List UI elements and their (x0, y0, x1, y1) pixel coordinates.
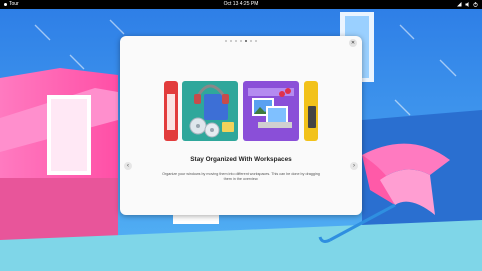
clock[interactable]: Oct 13 4:25 PM (224, 1, 259, 7)
workspaces-illustration (164, 81, 318, 141)
activities-button[interactable]: Tour (4, 0, 19, 9)
power-icon (473, 2, 478, 7)
network-icon (457, 2, 462, 7)
tour-dialog: ✕ ‹ › Stay Organized With Workspaces Org… (120, 36, 362, 215)
top-bar: Tour Oct 13 4:25 PM (0, 0, 482, 9)
page-description: Organize your windows by moving them int… (162, 172, 320, 181)
volume-icon (465, 2, 469, 7)
previous-page-button[interactable]: ‹ (124, 162, 132, 170)
activities-icon (4, 3, 7, 6)
page-title: Stay Organized With Workspaces (190, 156, 292, 163)
next-page-button[interactable]: › (350, 162, 358, 170)
chevron-left-icon: ‹ (127, 163, 129, 169)
system-status-area[interactable] (457, 0, 478, 9)
chevron-right-icon: › (353, 163, 355, 169)
activities-label: Tour (9, 1, 19, 7)
